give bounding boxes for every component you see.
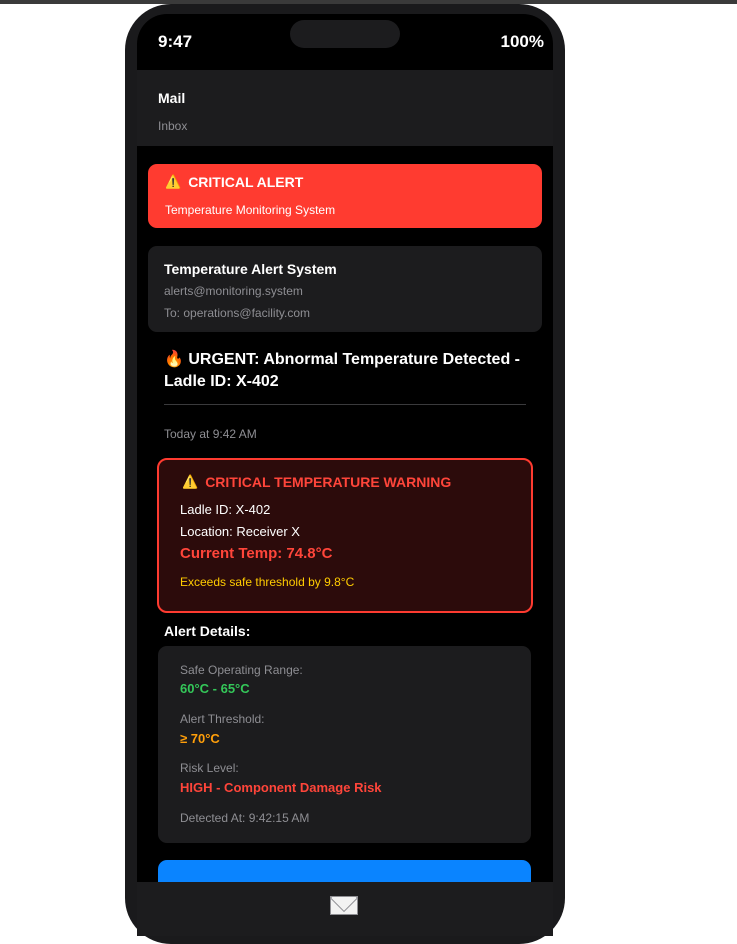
warning-icon: ⚠️ [165, 174, 182, 189]
bottom-toolbar [137, 882, 553, 936]
current-temperature: Current Temp: 74.8°C [180, 545, 333, 562]
threshold-label: Alert Threshold: [180, 712, 265, 726]
mailbox-name[interactable]: Inbox [158, 119, 187, 133]
recipient-line: To: operations@facility.com [164, 306, 311, 320]
warning-title-row: ⚠️ CRITICAL TEMPERATURE WARNING [182, 474, 451, 490]
fire-icon: 🔥 [164, 351, 184, 368]
alert-details-card: Safe Operating Range: 60°C - 65°C Alert … [158, 646, 531, 843]
safe-range-value: 60°C - 65°C [180, 681, 250, 696]
warning-icon: ⚠️ [182, 474, 199, 489]
location: Location: Receiver X [180, 524, 300, 539]
critical-alert-title-row: ⚠️ CRITICAL ALERT [165, 174, 303, 190]
warning-title: CRITICAL TEMPERATURE WARNING [205, 474, 452, 490]
sender-card: Temperature Alert System alerts@monitori… [148, 246, 542, 332]
temperature-warning-box: ⚠️ CRITICAL TEMPERATURE WARNING Ladle ID… [157, 458, 533, 613]
detected-at: Detected At: 9:42:15 AM [180, 811, 310, 825]
threshold-value: ≥ 70°C [180, 731, 220, 746]
email-date: Today at 9:42 AM [164, 427, 257, 441]
email-subject-text: URGENT: Abnormal Temperature Detected - … [164, 351, 520, 390]
envelope-icon[interactable] [330, 896, 358, 915]
safe-range-label: Safe Operating Range: [180, 663, 303, 677]
dynamic-island [290, 20, 400, 48]
mail-app-title: Mail [158, 90, 186, 106]
status-time: 9:47 [158, 32, 193, 51]
critical-alert-title: CRITICAL ALERT [188, 174, 304, 190]
risk-level-value: HIGH - Component Damage Risk [180, 780, 382, 795]
mail-header: Mail Inbox [137, 70, 553, 146]
ladle-id: Ladle ID: X-402 [180, 502, 271, 517]
phone-screen: 9:47 100% Mail Inbox ⚠️ CRITICAL ALERT T… [137, 14, 553, 936]
sender-name[interactable]: Temperature Alert System [164, 261, 337, 277]
risk-level-label: Risk Level: [180, 761, 239, 775]
critical-alert-banner: ⚠️ CRITICAL ALERT Temperature Monitoring… [148, 164, 542, 228]
critical-alert-subtitle: Temperature Monitoring System [165, 203, 336, 217]
alert-details-heading: Alert Details: [164, 623, 251, 639]
threshold-exceeded: Exceeds safe threshold by 9.8°C [180, 575, 355, 589]
status-battery: 100% [500, 32, 544, 51]
sender-email[interactable]: alerts@monitoring.system [164, 284, 303, 298]
subject-divider [164, 404, 526, 405]
email-subject: 🔥 URGENT: Abnormal Temperature Detected … [164, 349, 524, 393]
